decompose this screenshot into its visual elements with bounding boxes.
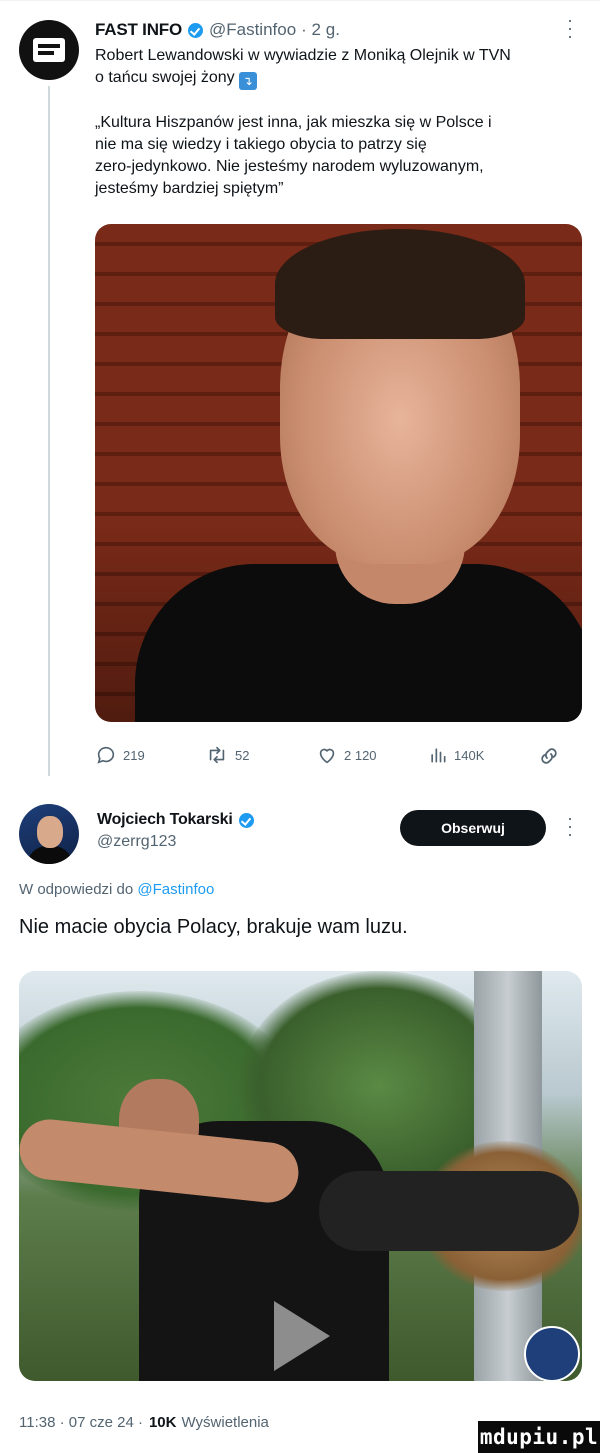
avatar-body xyxy=(27,846,73,864)
retweet-icon xyxy=(209,746,225,764)
avatar-face xyxy=(37,816,63,848)
tweet1-quote-line: jesteśmy bardziej spiętym” xyxy=(95,180,284,197)
tweet1-action-bar: 219 52 2 120 140K xyxy=(95,744,565,768)
tweet2-timestamp[interactable]: 11:38 · 07 cze 24 · xyxy=(19,1414,143,1431)
views-action[interactable]: 140K xyxy=(428,744,484,766)
reply-icon xyxy=(97,746,115,764)
reply-to-handle-link[interactable]: @Fastinfoo xyxy=(137,881,214,898)
tweet1-time[interactable]: · 2 g. xyxy=(301,20,340,40)
tweet1-quote-line: „Kultura Hiszpanów jest inna, jak mieszk… xyxy=(95,114,492,131)
reply-to-line: W odpowiedzi do @Fastinfoo xyxy=(19,881,214,898)
tweet1-display-name[interactable]: FAST INFO xyxy=(95,20,182,40)
thread-connector-line xyxy=(48,86,50,776)
tweet1-handle[interactable]: @Fastinfoo xyxy=(209,20,296,40)
fastinfo-logo-icon xyxy=(33,38,65,62)
views-count: 140K xyxy=(454,747,485,763)
retweet-count: 52 xyxy=(235,747,250,763)
top-divider xyxy=(0,0,600,1)
tweet1-photo[interactable] xyxy=(95,224,582,722)
tweet2-views-label: Wyświetlenia xyxy=(181,1414,269,1431)
like-action[interactable]: 2 120 xyxy=(316,744,377,766)
follow-button[interactable]: Obserwuj xyxy=(400,810,546,846)
tweet2-views-count: 10K xyxy=(148,1414,177,1431)
tweet1-header: FAST INFO @Fastinfoo · 2 g. xyxy=(95,19,340,41)
retweet-action[interactable]: 52 xyxy=(205,744,249,766)
verified-badge-icon xyxy=(187,22,203,38)
tweet1-more-dots-icon[interactable]: ··· xyxy=(561,18,581,42)
heart-icon xyxy=(319,748,335,764)
share-icon xyxy=(541,748,557,764)
photo-hair xyxy=(275,229,525,339)
tweet2-text: Nie macie obycia Polacy, brakuje wam luz… xyxy=(19,916,408,938)
reply-count: 219 xyxy=(123,747,145,763)
tweet2-more-dots-icon[interactable]: ··· xyxy=(561,816,581,840)
tweet1-text-line: Robert Lewandowski w wywiadzie z Moniką … xyxy=(95,47,511,64)
play-icon[interactable] xyxy=(274,1301,330,1371)
floating-avatar[interactable] xyxy=(524,1326,580,1381)
tweet2-display-name[interactable]: Wojciech Tokarski xyxy=(97,811,233,829)
tweet2-video[interactable] xyxy=(19,971,582,1381)
reply-action[interactable]: 219 xyxy=(95,744,145,766)
site-watermark: mdupiu.pl xyxy=(478,1421,600,1453)
video-woman xyxy=(319,1171,579,1251)
tweet1-text-line: o tańcu swojej żony ↴ xyxy=(95,67,585,90)
tweet1-quote-line: nie ma się wiedzy i takiego obycia to pa… xyxy=(95,136,427,153)
tweet1-quote-line: zero-jedynkowo. Nie jesteśmy narodem wyl… xyxy=(95,158,484,175)
tweet2-meta: 11:38 · 07 cze 24 · 10K Wyświetlenia xyxy=(19,1414,269,1431)
arrow-down-emoji-icon: ↴ xyxy=(238,72,257,90)
share-action[interactable] xyxy=(537,744,561,768)
fastinfo-avatar[interactable] xyxy=(19,20,79,80)
tweet2-handle[interactable]: @zerrg123 xyxy=(97,833,176,851)
tweet2-name-row: Wojciech Tokarski xyxy=(97,811,260,829)
wojciech-avatar[interactable] xyxy=(19,804,79,864)
tweet1-text: Robert Lewandowski w wywiadzie z Moniką … xyxy=(95,45,585,200)
like-count: 2 120 xyxy=(344,747,377,763)
views-bars-icon xyxy=(431,748,446,763)
verified-badge-icon xyxy=(238,812,254,828)
reply-prefix: W odpowiedzi do xyxy=(19,881,134,898)
